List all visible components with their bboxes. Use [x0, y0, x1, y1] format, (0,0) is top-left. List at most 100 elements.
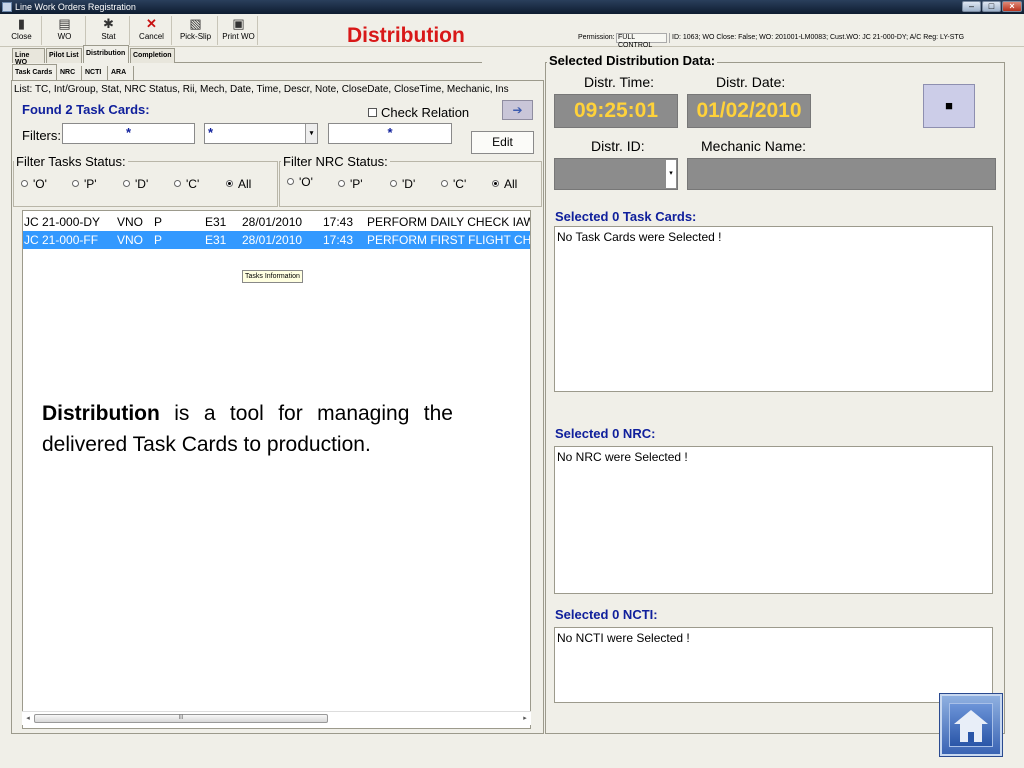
task-status-radio-all[interactable]: All [226, 177, 251, 191]
cell-stat: P [154, 233, 163, 247]
mechanic-name-field[interactable] [687, 158, 996, 190]
mechanic-name-label: Mechanic Name: [701, 138, 807, 154]
stat-button[interactable]: ✱ Stat [88, 16, 130, 45]
tab-divider [175, 62, 482, 63]
chevron-down-icon[interactable]: ▾ [305, 124, 317, 143]
arrow-right-icon: ➔ [512, 103, 523, 117]
permission-value: FULL CONTROL [616, 33, 667, 49]
maximize-button[interactable]: □ [982, 1, 1001, 12]
tab-pilot-list[interactable]: Pilot List [46, 48, 82, 63]
cell-descr: PERFORM DAILY CHECK IAW [367, 215, 531, 229]
horizontal-scrollbar[interactable]: ◂ III ▸ [22, 711, 531, 725]
cell-group: VNO [117, 233, 144, 247]
task-status-radio-p[interactable]: 'P' [72, 177, 97, 191]
nrc-status-radio-p[interactable]: 'P' [338, 177, 363, 191]
scroll-thumb[interactable]: III [34, 714, 328, 723]
wo-button[interactable]: ▤ WO [44, 16, 86, 45]
nrc-status-radio-c[interactable]: 'C' [441, 177, 466, 191]
save-button[interactable]: ■ [923, 84, 975, 128]
print-wo-button[interactable]: ▣ Print WO [220, 16, 258, 45]
filter-descr-input[interactable]: * [328, 123, 452, 144]
filter-group-value: * [208, 125, 214, 140]
subtab-nrc[interactable]: NRC [58, 66, 82, 80]
chevron-down-icon[interactable]: ▾ [666, 160, 676, 188]
window-title: Line Work Orders Registration [15, 2, 136, 12]
cell-date: 28/01/2010 [242, 215, 303, 229]
tab-line-wo[interactable]: Line WO [12, 48, 45, 66]
filters-label: Filters: [22, 128, 61, 143]
minimize-button[interactable]: ‒ [962, 1, 981, 12]
nrc-status-radio-o[interactable]: 'O' [287, 175, 313, 189]
floppy-disk-icon: ■ [945, 98, 953, 113]
cell-tc: JC 21-000-FF [24, 233, 99, 247]
check-relation-label: Check Relation [381, 105, 470, 120]
found-task-cards-label: Found 2 Task Cards: [22, 102, 150, 117]
cell-stat: P [154, 215, 163, 229]
list-columns-label: List: TC, Int/Group, Stat, NRC Status, R… [14, 84, 509, 95]
selected-task-cards-list[interactable]: No Task Cards were Selected ! [554, 226, 993, 392]
distr-time-value: 09:25:01 [554, 94, 678, 128]
document-icon: ▧ [189, 16, 202, 31]
selected-distribution-title: Selected Distribution Data: [547, 53, 718, 68]
permission-label: Permission: [578, 34, 615, 41]
x-icon: ✕ [146, 16, 157, 31]
distr-time-label: Distr. Time: [584, 74, 655, 90]
close-button[interactable]: ▮ Close [2, 16, 42, 45]
nrc-status-radio-all[interactable]: All [492, 177, 517, 191]
app-icon [2, 2, 12, 12]
tasks-information-tooltip: Tasks Information [242, 270, 303, 283]
selected-task-cards-title: Selected 0 Task Cards: [555, 209, 697, 224]
home-icon [949, 703, 993, 747]
gear-icon: ✱ [103, 16, 114, 31]
checkbox-box[interactable] [368, 108, 377, 117]
filter-tc-input[interactable]: * [62, 123, 195, 144]
tab-completion[interactable]: Completion [130, 48, 175, 63]
check-relation-checkbox[interactable]: Check Relation [368, 105, 469, 120]
cell-descr: PERFORM FIRST FLIGHT CHECK [367, 233, 531, 247]
task-cards-list[interactable]: JC 21-000-DY VNO P E31 28/01/2010 17:43 … [22, 210, 531, 729]
subtab-task-cards[interactable]: Task Cards [12, 64, 57, 80]
work-order-info: ID: 1063; WO Close: False; WO: 201001-LM… [669, 33, 1019, 43]
printer-icon: ▣ [232, 16, 245, 31]
filter-group-select[interactable]: * ▾ [204, 123, 318, 144]
folder-icon: ▤ [58, 16, 71, 31]
task-status-radio-d[interactable]: 'D' [123, 177, 148, 191]
description-bold: Distribution [42, 402, 160, 425]
window-title-bar: Line Work Orders Registration ‒ □ × [0, 0, 1024, 14]
filter-nrc-status-title: Filter NRC Status: [281, 154, 390, 169]
distr-id-select[interactable]: ▾ [554, 158, 678, 190]
distribution-description: Distribution is a tool for managing the … [42, 398, 453, 460]
selected-ncti-list[interactable]: No NCTI were Selected ! [554, 627, 993, 703]
distr-date-label: Distr. Date: [716, 74, 786, 90]
pick-slip-button[interactable]: ▧ Pick-Slip [174, 16, 218, 45]
edit-button[interactable]: Edit [471, 131, 534, 154]
task-status-radio-c[interactable]: 'C' [174, 177, 199, 191]
door-icon: ▮ [17, 16, 26, 31]
cancel-button[interactable]: ✕ Cancel [132, 16, 172, 45]
table-row-selected[interactable]: JC 21-000-FF VNO P E31 28/01/2010 17:43 … [23, 231, 531, 249]
subtab-ncti[interactable]: NCTI [83, 66, 108, 80]
cell-tc: JC 21-000-DY [24, 215, 101, 229]
selected-nrc-list[interactable]: No NRC were Selected ! [554, 446, 993, 594]
selected-ncti-title: Selected 0 NCTI: [555, 607, 658, 622]
page-heading: Distribution [347, 24, 465, 47]
cell-mech: E31 [205, 215, 227, 229]
window-close-button[interactable]: × [1002, 1, 1022, 12]
transfer-button[interactable]: ➔ [502, 100, 533, 120]
subtab-ara[interactable]: ARA [109, 66, 134, 80]
selected-nrc-title: Selected 0 NRC: [555, 426, 656, 441]
cell-group: VNO [117, 215, 144, 229]
tab-distribution[interactable]: Distribution [83, 45, 129, 63]
home-button[interactable] [940, 694, 1002, 756]
cell-time: 17:43 [323, 233, 354, 247]
cell-date: 28/01/2010 [242, 233, 303, 247]
filter-tasks-status-title: Filter Tasks Status: [14, 154, 128, 169]
distr-id-label: Distr. ID: [591, 138, 645, 154]
nrc-status-radio-d[interactable]: 'D' [390, 177, 415, 191]
scroll-right-icon[interactable]: ▸ [519, 712, 531, 726]
distr-date-value: 01/02/2010 [687, 94, 811, 128]
table-row[interactable]: JC 21-000-DY VNO P E31 28/01/2010 17:43 … [23, 213, 531, 231]
scroll-left-icon[interactable]: ◂ [22, 712, 34, 726]
cell-time: 17:43 [323, 215, 354, 229]
task-status-radio-o[interactable]: 'O' [21, 177, 47, 191]
